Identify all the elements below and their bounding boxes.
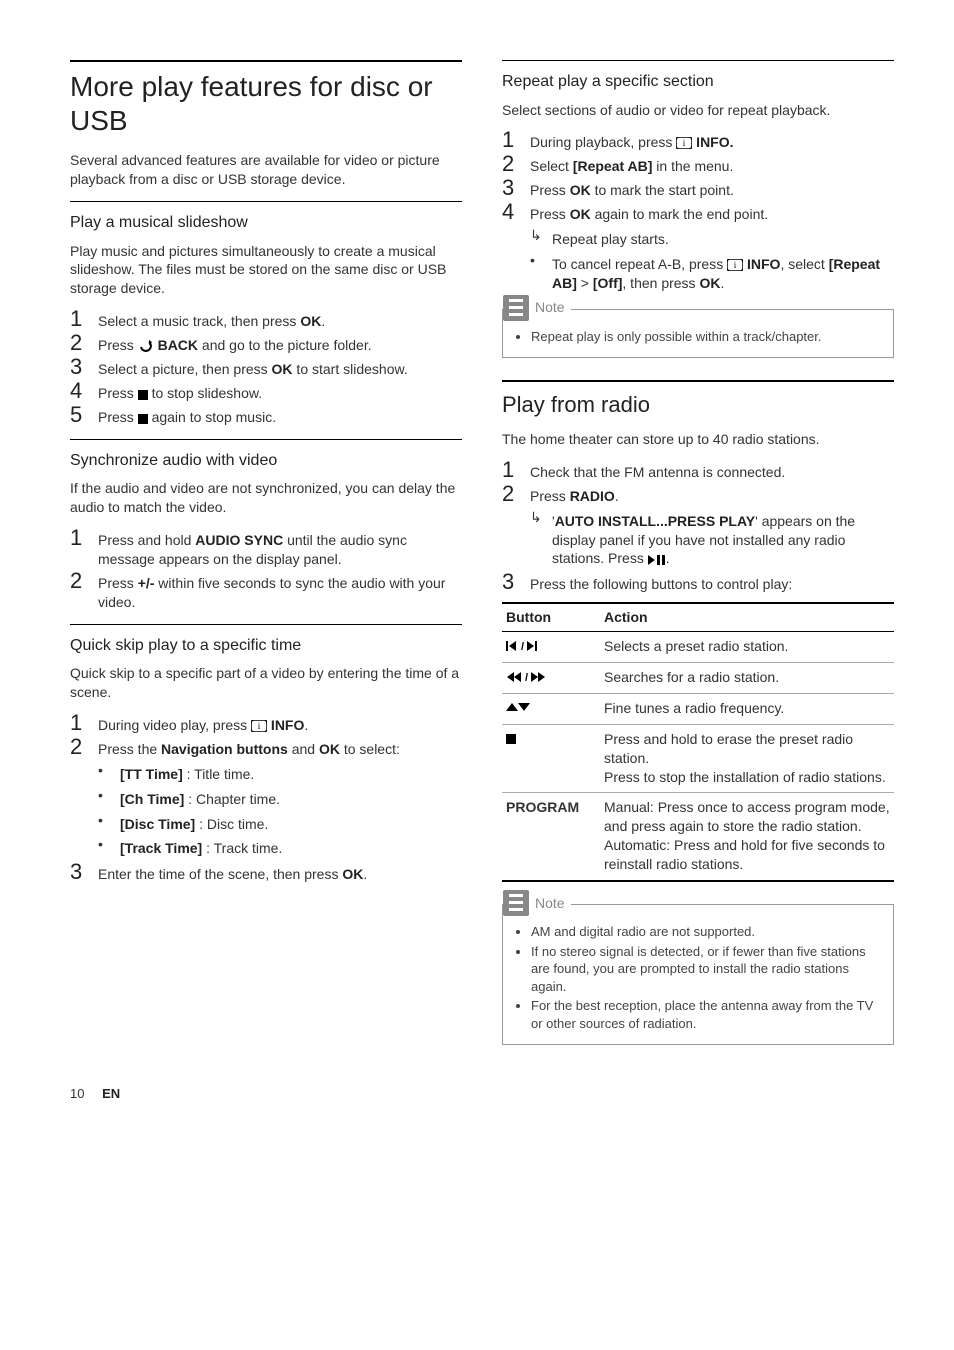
- info-icon: i: [251, 720, 267, 732]
- result-arrow-icon: ↳: [530, 226, 552, 245]
- th-button: Button: [502, 603, 600, 631]
- skip-heading: Quick skip play to a specific time: [70, 635, 462, 657]
- note-box: Note Repeat play is only possible within…: [502, 309, 894, 359]
- action-text: Searches for a radio station.: [600, 662, 894, 693]
- action-text: Selects a preset radio station.: [600, 632, 894, 663]
- result-arrow-icon: ↳: [530, 508, 552, 527]
- step: 2 Press BACK and go to the picture folde…: [70, 332, 462, 355]
- step: 2 Press RADIO. ↳'AUTO INSTALL...PRESS PL…: [502, 483, 894, 571]
- th-action: Action: [600, 603, 894, 631]
- step: 4 Press to stop slideshow.: [70, 380, 462, 403]
- note-box: Note AM and digital radio are not suppor…: [502, 904, 894, 1045]
- repeat-intro: Select sections of audio or video for re…: [502, 101, 894, 120]
- note-label: Note: [535, 298, 565, 317]
- stop-icon: [138, 390, 148, 400]
- step: 1 Select a music track, then press OK.: [70, 308, 462, 331]
- sync-heading: Synchronize audio with video: [70, 450, 462, 472]
- up-down-icon: [506, 700, 530, 716]
- action-text: Manual: Press once to access program mod…: [600, 793, 894, 881]
- action-text: Fine tunes a radio frequency.: [600, 693, 894, 724]
- note-label: Note: [535, 894, 565, 913]
- stop-icon: [506, 731, 516, 747]
- step: 1 During video play, press i INFO.: [70, 712, 462, 735]
- slideshow-intro: Play music and pictures simultaneously t…: [70, 242, 462, 299]
- radio-title: Play from radio: [502, 390, 894, 420]
- prev-next-track-icon: /: [506, 638, 540, 654]
- step: 1 Press and hold AUDIO SYNC until the au…: [70, 527, 462, 569]
- page-lang: EN: [102, 1086, 120, 1101]
- step: 2 Press +/- within five seconds to sync …: [70, 570, 462, 612]
- back-icon: [138, 340, 154, 352]
- section-title: More play features for disc or USB: [70, 70, 462, 137]
- slideshow-heading: Play a musical slideshow: [70, 212, 462, 234]
- step: 4 Press OK again to mark the end point. …: [502, 201, 894, 295]
- note-bullet: For the best reception, place the antenn…: [531, 997, 881, 1032]
- play-pause-icon: [648, 555, 666, 565]
- step: 1Check that the FM antenna is connected.: [502, 459, 894, 482]
- sync-intro: If the audio and video are not synchroni…: [70, 479, 462, 517]
- step: 3 Select a picture, then press OK to sta…: [70, 356, 462, 379]
- step: 2Select [Repeat AB] in the menu.: [502, 153, 894, 176]
- step: 1During playback, press i INFO.: [502, 129, 894, 152]
- step: 5 Press again to stop music.: [70, 404, 462, 427]
- svg-text:/: /: [521, 641, 524, 651]
- svg-text:i: i: [258, 721, 261, 731]
- step: 3 Enter the time of the scene, then pres…: [70, 861, 462, 884]
- radio-intro: The home theater can store up to 40 radi…: [502, 430, 894, 449]
- footer: 10 EN: [70, 1085, 894, 1103]
- skip-intro: Quick skip to a specific part of a video…: [70, 664, 462, 702]
- action-text: Press and hold to erase the preset radio…: [600, 724, 894, 793]
- note-icon: [503, 295, 529, 321]
- note-text: Repeat play is only possible within a tr…: [531, 328, 881, 346]
- svg-text:i: i: [683, 138, 686, 148]
- program-label: PROGRAM: [502, 793, 600, 881]
- step: 3Press the following buttons to control …: [502, 571, 894, 594]
- step: 3Press OK to mark the start point.: [502, 177, 894, 200]
- rewind-forward-icon: /: [506, 669, 546, 685]
- step: 2 Press the Navigation buttons and OK to…: [70, 736, 462, 860]
- svg-text:/: /: [525, 672, 528, 682]
- stop-icon: [138, 414, 148, 424]
- intro-text: Several advanced features are available …: [70, 151, 462, 189]
- info-icon: i: [727, 259, 743, 271]
- repeat-heading: Repeat play a specific section: [502, 71, 894, 93]
- note-icon: [503, 890, 529, 916]
- button-table: ButtonAction / Selects a preset radio sta…: [502, 602, 894, 882]
- svg-text:i: i: [734, 260, 737, 270]
- info-icon: i: [676, 137, 692, 149]
- note-bullet: If no stereo signal is detected, or if f…: [531, 943, 881, 996]
- note-bullet: AM and digital radio are not supported.: [531, 923, 881, 941]
- page-number: 10: [70, 1086, 84, 1101]
